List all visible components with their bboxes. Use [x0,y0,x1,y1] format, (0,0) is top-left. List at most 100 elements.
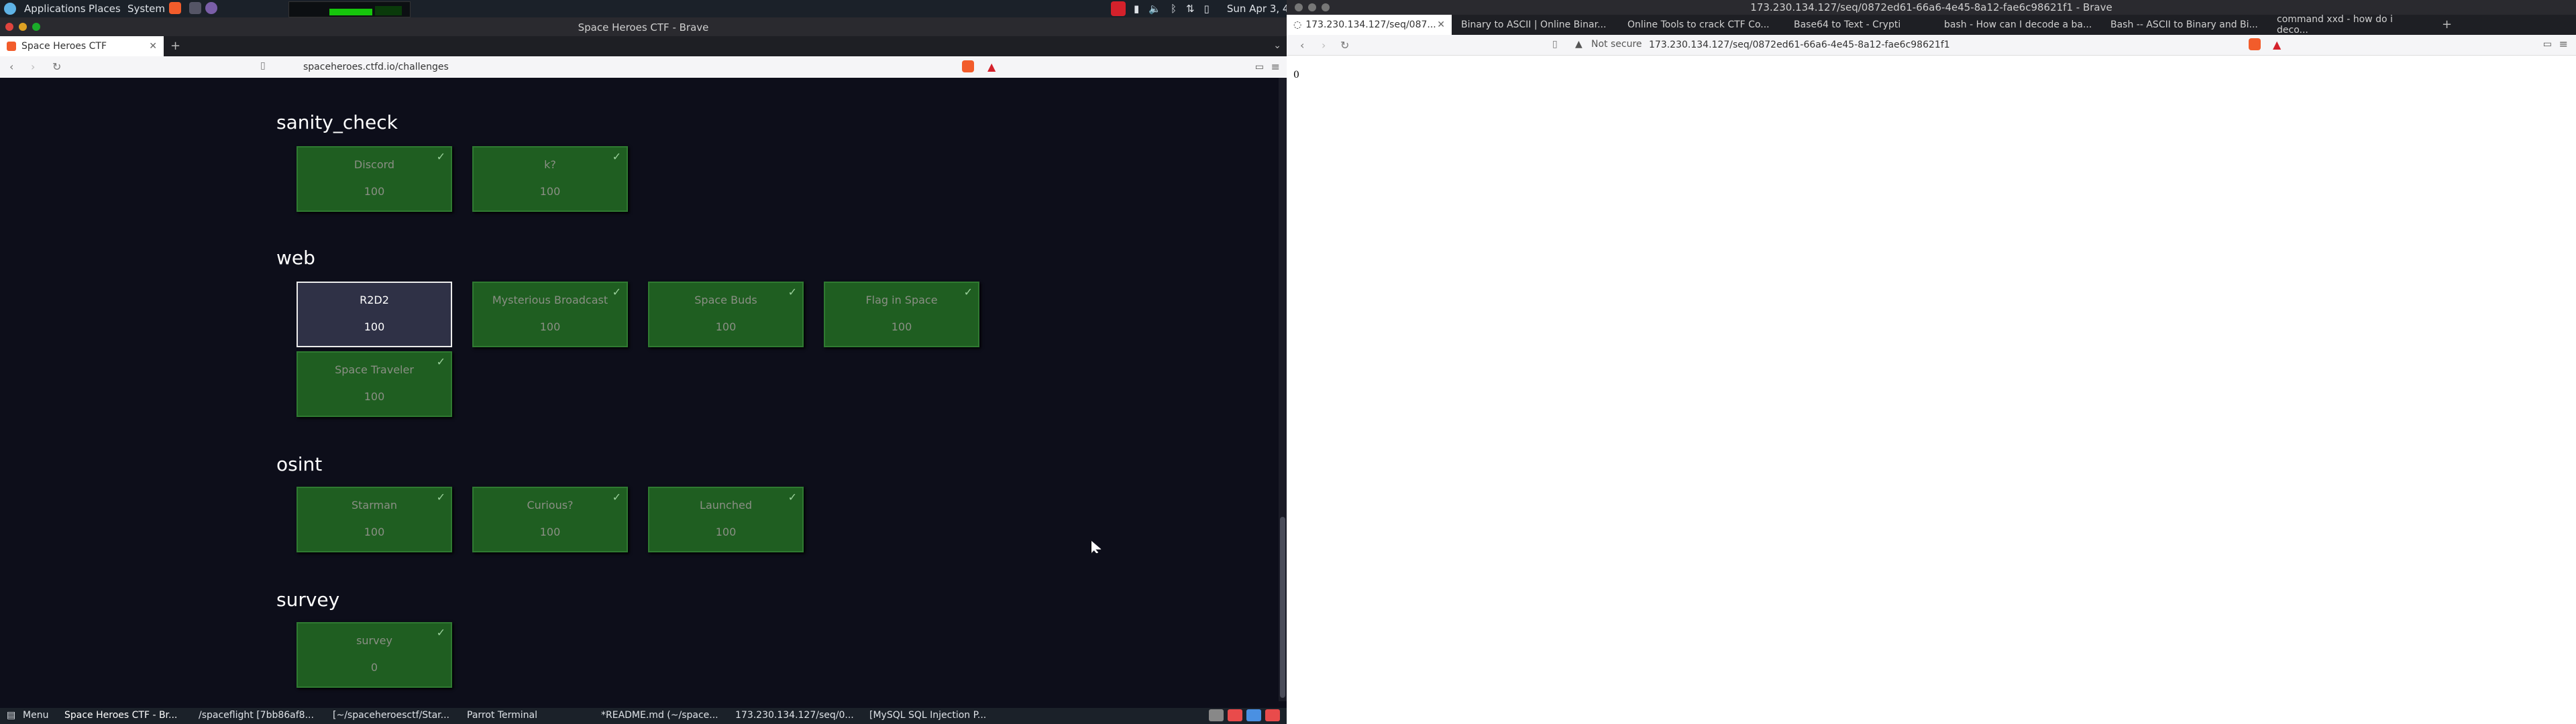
brave-launcher-icon[interactable] [169,2,181,14]
taskbar-item[interactable]: *README.md (~/space... [601,710,718,721]
reload-icon[interactable]: ↻ [1340,39,1349,52]
challenge-card[interactable]: ✓ survey 0 [297,622,452,688]
challenge-points: 100 [715,526,737,538]
taskbar-menu[interactable]: Menu [23,710,48,721]
terminal-launcher-icon[interactable] [189,2,201,14]
taskbar-item[interactable]: Parrot Terminal [467,710,537,721]
workspace-icon[interactable] [1246,709,1261,721]
challenge-points: 100 [364,526,385,538]
challenge-card[interactable]: ✓ Discord 100 [297,146,452,212]
tab-command-xxd[interactable]: command xxd - how do i deco... [2270,14,2434,36]
brave-favicon-icon [7,42,16,51]
sidebar-icon[interactable]: ▭ [2543,39,2552,50]
brave-rewards-icon[interactable]: ▲ [987,60,996,73]
reload-icon[interactable]: ↻ [52,60,61,73]
screen-recorder-icon[interactable] [1111,1,1126,16]
app-launcher-icon[interactable] [205,2,217,14]
challenge-name: Mysterious Broadcast [492,294,608,306]
tab-label: Online Tools to crack CTF Co... [1627,19,1770,30]
system-menu[interactable]: System [127,3,165,15]
challenge-card[interactable]: ✓ Starman 100 [297,487,452,552]
tab-binary-to-ascii[interactable]: Binary to ASCII | Online Binar... [1454,15,1618,35]
address-bar[interactable]: spaceheroes.ctfd.io/challenges [303,59,1001,75]
battery-icon[interactable]: ▮ [1134,3,1139,15]
new-tab-button[interactable]: + [170,39,180,53]
challenge-points: 100 [539,320,561,333]
brave-rewards-icon[interactable]: ▲ [2273,38,2281,51]
left-window-titlebar[interactable]: Space Heroes CTF - Brave [0,17,1287,36]
challenge-points: 100 [891,320,912,333]
forward-icon[interactable]: › [1322,39,1326,52]
challenge-card[interactable]: ✓ Launched 100 [648,487,804,552]
bookmark-icon[interactable]: ▯ [260,60,266,71]
challenge-name: k? [544,158,556,171]
page-body-text: 0 [1293,70,1299,80]
left-tab-bar: Space Heroes CTF ✕ + ⌄ [0,36,1287,56]
warning-icon[interactable]: ▲ [1575,39,1582,50]
challenge-name: Flag in Space [865,294,938,306]
globe-icon: ◌ [1293,19,1302,30]
challenge-card[interactable]: ✓ Mysterious Broadcast 100 [472,282,628,347]
challenge-points: 100 [539,185,561,198]
back-icon[interactable]: ‹ [1300,39,1304,52]
maximize-window-button[interactable] [1322,3,1330,11]
page-scrollbar[interactable] [1279,78,1287,701]
challenge-card[interactable]: ✓ Curious? 100 [472,487,628,552]
bookmark-icon[interactable]: ▯ [1552,39,1558,50]
not-secure-label[interactable]: Not secure [1591,39,1642,50]
volume-icon[interactable]: 🔈 [1148,3,1161,15]
tab-bash-ascii-binary[interactable]: Bash -- ASCII to Binary and Bi... [2104,15,2267,35]
browser-menu-icon[interactable]: ≡ [2559,38,2568,50]
challenge-card[interactable]: ✓ Flag in Space 100 [824,282,979,347]
taskbar-menu-icon[interactable]: ▤ [7,710,15,721]
close-tab-icon[interactable]: ✕ [149,41,157,52]
parrot-logo-icon[interactable] [4,3,16,15]
taskbar-item[interactable]: 173.230.134.127/seq/0... [735,710,854,721]
taskbar-tray [1209,709,1280,721]
taskbar-item[interactable]: [~/spaceheroesctf/Star... [333,710,449,721]
taskbar-item[interactable]: /spaceflight [7bb86af8... [199,710,314,721]
sidebar-icon[interactable]: ▭ [1255,62,1264,72]
brave-tray-icon-2[interactable] [1265,709,1280,721]
keyboard-icon[interactable] [1209,709,1224,721]
brave-shields-icon[interactable] [2249,38,2261,50]
tab-ctf-tools[interactable]: Online Tools to crack CTF Co... [1621,15,1784,35]
places-menu[interactable]: Places [89,3,121,15]
challenge-card[interactable]: ✓ Space Buds 100 [648,282,804,347]
challenge-points: 100 [539,526,561,538]
power-icon[interactable]: ▯ [1204,3,1210,15]
tab-list-chevron-down-icon[interactable]: ⌄ [1273,40,1281,51]
right-window-titlebar[interactable]: 173.230.134.127/seq/0872ed61-66a6-4e45-8… [1287,0,2576,15]
address-bar[interactable]: 173.230.134.127/seq/0872ed61-66a6-4e45-8… [1649,38,2320,52]
close-tab-icon[interactable]: ✕ [1437,19,1445,30]
bluetooth-icon[interactable]: ᛒ [1171,3,1177,15]
system-monitor [288,1,411,17]
forward-icon[interactable]: › [31,60,35,73]
tab-space-heroes[interactable]: Space Heroes CTF ✕ [0,36,164,56]
challenge-card[interactable]: R2D2 100 [297,282,452,347]
taskbar-item[interactable]: Space Heroes CTF - Br... [64,710,177,721]
challenge-card[interactable]: ✓ Space Traveler 100 [297,351,452,417]
back-icon[interactable]: ‹ [9,60,13,73]
category-title: sanity_check [276,111,398,133]
brave-tray-icon[interactable] [1228,709,1242,721]
browser-menu-icon[interactable]: ≡ [1271,60,1280,73]
brave-shields-icon[interactable] [962,60,974,72]
challenge-card[interactable]: ✓ k? 100 [472,146,628,212]
network-icon[interactable]: ⇅ [1186,3,1195,15]
tab-seq[interactable]: ◌ 173.230.134.127/seq/087... ✕ [1287,15,1452,35]
challenge-points: 100 [364,320,385,333]
challenge-points: 100 [715,320,737,333]
tab-base64[interactable]: Base64 to Text - Crypti [1787,15,1937,35]
challenges-page: sanity_check ✓ Discord 100 ✓ k? 100 web … [0,78,1279,701]
scrollbar-thumb[interactable] [1280,517,1285,698]
tab-bash-decode[interactable]: bash - How can I decode a ba... [1937,15,2101,35]
tab-label: bash - How can I decode a ba... [1944,19,2092,30]
close-window-button[interactable] [1295,3,1303,11]
new-tab-button[interactable]: + [2442,17,2452,32]
taskbar-item[interactable]: [MySQL SQL Injection P... [869,710,986,721]
challenge-name: Space Buds [694,294,757,306]
applications-menu[interactable]: Applications [24,3,86,15]
minimize-window-button[interactable] [1308,3,1316,11]
challenge-points: 100 [364,185,385,198]
